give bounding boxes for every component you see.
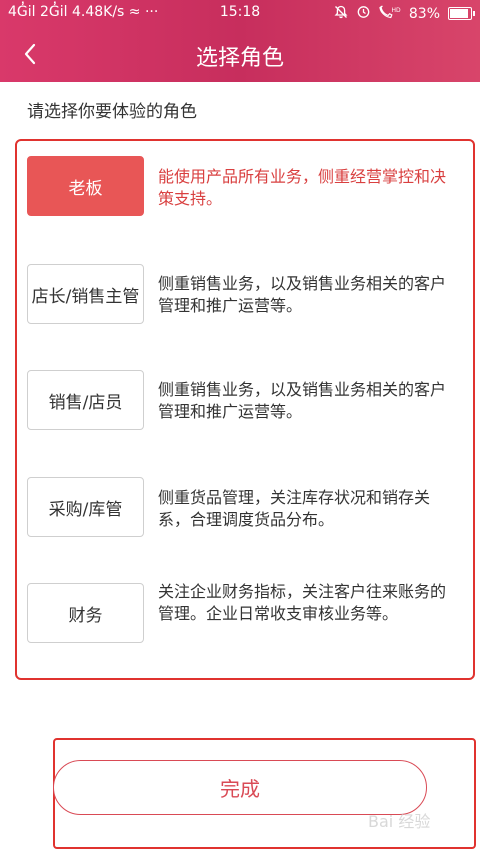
role-button-finance[interactable]: 财务 bbox=[27, 583, 144, 643]
role-desc-boss: 能使用产品所有业务，侧重经营掌控和决策支持。 bbox=[158, 167, 447, 208]
status-icons: HD 83% bbox=[334, 4, 475, 23]
page-title: 选择角色 bbox=[195, 46, 284, 71]
role-button-boss[interactable]: 老板 bbox=[27, 156, 144, 216]
hd-call-icon: HD bbox=[379, 4, 401, 23]
role-button-store-manager[interactable]: 店长/销售主管 bbox=[27, 264, 144, 324]
watermark: Bai 经验 bbox=[368, 812, 431, 831]
role-desc-finance: 关注企业财务指标，关注客户往来账务的管理。企业日常收支审核业务等。 bbox=[158, 582, 447, 623]
role-prompt: 请选择你要体验的角色 bbox=[27, 102, 197, 122]
app-header: 4G̓il 2G̓il 4.48K/s ≈ ··· 15:18 HD 83% 选… bbox=[0, 0, 480, 82]
status-bar: 4G̓il 2G̓il 4.48K/s ≈ ··· 15:18 HD 83% bbox=[0, 0, 480, 26]
nav-bar: 选择角色 bbox=[0, 26, 480, 82]
role-desc-sales: 侧重销售业务，以及销售业务相关的客户管理和推广运营等。 bbox=[158, 380, 447, 421]
done-button[interactable]: 完成 bbox=[53, 760, 427, 815]
battery-icon bbox=[448, 7, 475, 20]
role-button-sales[interactable]: 销售/店员 bbox=[27, 370, 144, 430]
battery-percent: 83% bbox=[408, 5, 440, 22]
role-desc-purchasing: 侧重货品管理，关注库存状况和销存关系，合理调度货品分布。 bbox=[158, 488, 431, 529]
role-button-purchasing[interactable]: 采购/库管 bbox=[27, 477, 144, 537]
alarm-icon bbox=[356, 4, 371, 23]
bell-off-icon bbox=[334, 5, 348, 23]
role-desc-store-manager: 侧重销售业务，以及销售业务相关的客户管理和推广运营等。 bbox=[158, 274, 447, 315]
svg-text:HD: HD bbox=[391, 7, 401, 14]
